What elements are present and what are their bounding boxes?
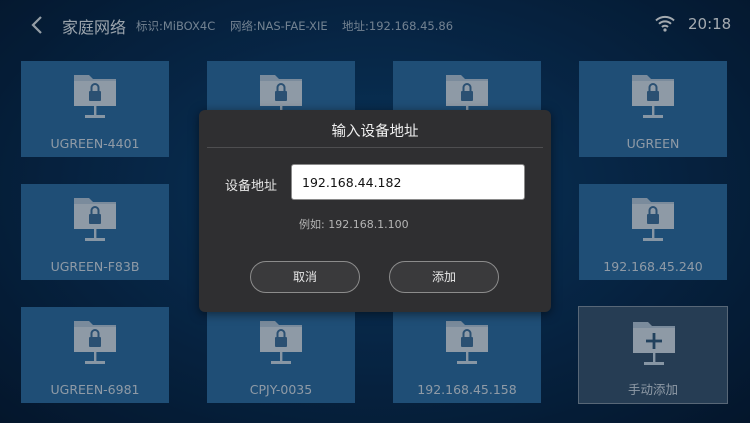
dialog-title: 输入设备地址	[331, 124, 419, 140]
address-field-label: 设备地址	[225, 179, 278, 194]
address-input[interactable]	[291, 164, 525, 200]
dialog-divider	[207, 147, 543, 148]
address-hint: 例如: 192.168.1.100	[299, 218, 409, 231]
address-dialog: 输入设备地址 设备地址 例如: 192.168.1.100 取消 添加	[199, 110, 551, 312]
add-button[interactable]: 添加	[389, 261, 499, 293]
cancel-button[interactable]: 取消	[250, 261, 360, 293]
